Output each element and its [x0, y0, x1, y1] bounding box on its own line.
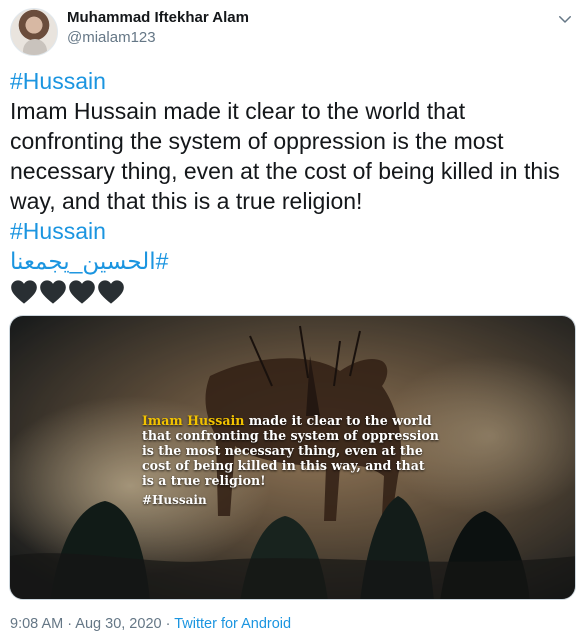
tweet-metadata: 9:08 AM · Aug 30, 2020 · Twitter for And… — [10, 616, 291, 632]
avatar[interactable] — [10, 8, 58, 56]
black-heart-icon — [98, 280, 124, 304]
black-heart-icon — [40, 280, 66, 304]
tweet-header: Muhammad Iftekhar Alam @mialam123 — [10, 8, 576, 56]
user-names[interactable]: Muhammad Iftekhar Alam @mialam123 — [67, 8, 249, 48]
media-caption-text: is the most necessary thing, even at the — [142, 443, 423, 458]
user-handle[interactable]: @mialam123 — [67, 28, 249, 48]
media-caption: Imam Hussain made it clear to the world … — [142, 413, 482, 508]
tweet-text-line: Imam Hussain made it clear to the world … — [10, 98, 466, 124]
black-heart-icon — [11, 280, 37, 304]
heart-emojis — [10, 278, 570, 306]
tweet-text: #Hussain Imam Hussain made it clear to t… — [10, 66, 570, 306]
media-caption-text: is a true religion! — [142, 473, 266, 488]
media-caption-text: that confronting the system of oppressio… — [142, 428, 439, 443]
tweet-media-image[interactable]: Imam Hussain made it clear to the world … — [9, 315, 576, 600]
tweet-source-link[interactable]: Twitter for Android — [174, 616, 291, 632]
chevron-down-icon[interactable] — [556, 10, 574, 28]
tweet-date[interactable]: Aug 30, 2020 — [75, 616, 161, 632]
hashtag-link[interactable]: #Hussain — [10, 216, 570, 246]
tweet-text-line: confronting the system of oppression is … — [10, 128, 504, 154]
tweet-time[interactable]: 9:08 AM — [10, 616, 63, 632]
hashtag-link[interactable]: #Hussain — [10, 66, 570, 96]
arabic-hashtag-link[interactable]: #الحسين_يجمعنا — [10, 246, 168, 276]
tweet-text-line: necessary thing, even at the cost of bei… — [10, 158, 560, 184]
display-name[interactable]: Muhammad Iftekhar Alam — [67, 8, 249, 28]
media-caption-hashtag: #Hussain — [142, 493, 207, 507]
separator-dot: · — [165, 616, 175, 632]
media-caption-text: made it clear to the world — [244, 413, 432, 428]
tweet-text-line: way, and that this is a true religion! — [10, 188, 363, 214]
media-caption-text: cost of being killed in this way, and th… — [142, 458, 425, 473]
black-heart-icon — [69, 280, 95, 304]
media-caption-highlight: Imam Hussain — [142, 413, 245, 428]
